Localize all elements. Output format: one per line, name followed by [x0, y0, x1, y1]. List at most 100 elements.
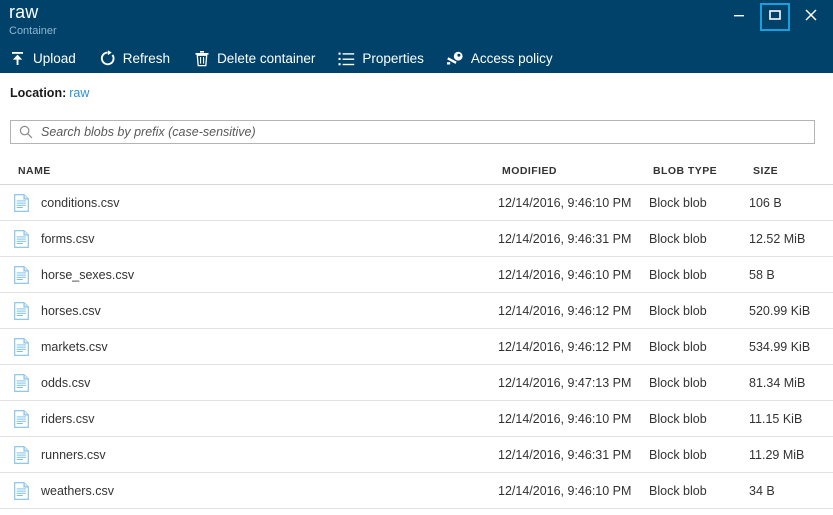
table-row[interactable]: odds.csv 12/14/2016, 9:47:13 PM Block bl… — [0, 365, 833, 401]
cell-size: 81.34 MiB — [749, 375, 806, 390]
upload-icon — [8, 49, 27, 68]
minimize-button[interactable] — [724, 2, 754, 32]
properties-button[interactable]: Properties — [337, 46, 424, 72]
cell-modified: 12/14/2016, 9:46:10 PM — [498, 411, 632, 426]
table-row[interactable]: markets.csv 12/14/2016, 9:46:12 PM Block… — [0, 329, 833, 365]
cell-size: 106 B — [749, 195, 782, 210]
delete-container-button[interactable]: Delete container — [192, 46, 315, 72]
file-csv-icon — [14, 265, 29, 284]
file-name-link[interactable]: odds.csv — [41, 375, 90, 391]
cell-name: runners.csv — [14, 445, 498, 464]
location-link[interactable]: raw — [69, 86, 89, 100]
upload-button[interactable]: Upload — [8, 46, 76, 72]
cell-blob-type: Block blob — [649, 411, 707, 426]
file-name-link[interactable]: horse_sexes.csv — [41, 267, 134, 283]
cell-modified: 12/14/2016, 9:46:10 PM — [498, 267, 632, 282]
refresh-button[interactable]: Refresh — [98, 46, 170, 72]
file-name-link[interactable]: weathers.csv — [41, 483, 114, 499]
cell-name: odds.csv — [14, 373, 498, 392]
cell-modified: 12/14/2016, 9:46:12 PM — [498, 303, 632, 318]
cell-size: 11.29 MiB — [749, 447, 805, 462]
table-row[interactable]: conditions.csv 12/14/2016, 9:46:10 PM Bl… — [0, 185, 833, 221]
table-body: conditions.csv 12/14/2016, 9:46:10 PM Bl… — [0, 185, 833, 509]
cell-blob-type: Block blob — [649, 375, 707, 390]
cell-blob-type: Block blob — [649, 195, 707, 210]
table-row[interactable]: riders.csv 12/14/2016, 9:46:10 PM Block … — [0, 401, 833, 437]
file-csv-icon — [14, 301, 29, 320]
file-name-link[interactable]: horses.csv — [41, 303, 101, 319]
cell-name: horse_sexes.csv — [14, 265, 498, 284]
cell-modified: 12/14/2016, 9:46:31 PM — [498, 231, 632, 246]
minimize-icon — [733, 8, 745, 26]
close-button[interactable] — [796, 2, 826, 32]
delete-container-label: Delete container — [217, 50, 316, 66]
table-header-row: NAME MODIFIED BLOB TYPE SIZE — [0, 155, 833, 185]
cell-name: weathers.csv — [14, 481, 498, 500]
cell-size: 11.15 KiB — [749, 411, 803, 426]
column-header-blob-type[interactable]: BLOB TYPE — [653, 165, 753, 184]
file-csv-icon — [14, 337, 29, 356]
column-header-size[interactable]: SIZE — [753, 165, 825, 184]
location-label: Location: — [10, 86, 67, 100]
column-header-name[interactable]: NAME — [18, 165, 502, 184]
file-name-link[interactable]: runners.csv — [41, 447, 106, 463]
file-csv-icon — [14, 445, 29, 464]
cell-name: riders.csv — [14, 409, 498, 428]
table-row[interactable]: weathers.csv 12/14/2016, 9:46:10 PM Bloc… — [0, 473, 833, 509]
cell-size: 58 B — [749, 267, 775, 282]
cell-size: 520.99 KiB — [749, 303, 811, 318]
restore-icon — [768, 8, 782, 26]
column-header-modified[interactable]: MODIFIED — [502, 165, 653, 184]
file-name-link[interactable]: forms.csv — [41, 231, 94, 247]
table-row[interactable]: runners.csv 12/14/2016, 9:46:31 PM Block… — [0, 437, 833, 473]
cell-modified: 12/14/2016, 9:46:31 PM — [498, 447, 632, 462]
cell-blob-type: Block blob — [649, 267, 707, 282]
cell-name: forms.csv — [14, 229, 498, 248]
cell-modified: 12/14/2016, 9:47:13 PM — [498, 375, 632, 390]
refresh-icon — [98, 49, 117, 68]
file-name-link[interactable]: riders.csv — [41, 411, 94, 427]
cell-blob-type: Block blob — [649, 231, 707, 246]
cell-name: horses.csv — [14, 301, 498, 320]
restore-button[interactable] — [760, 3, 790, 31]
table-row[interactable]: horses.csv 12/14/2016, 9:46:12 PM Block … — [0, 293, 833, 329]
cell-size: 34 B — [749, 483, 775, 498]
list-icon — [337, 49, 356, 68]
file-csv-icon — [14, 481, 29, 500]
search-icon — [19, 125, 33, 139]
search-box[interactable] — [10, 120, 815, 144]
cell-name: conditions.csv — [14, 193, 498, 212]
file-csv-icon — [14, 193, 29, 212]
cell-name: markets.csv — [14, 337, 498, 356]
cell-size: 534.99 KiB — [749, 339, 811, 354]
file-csv-icon — [14, 409, 29, 428]
file-name-link[interactable]: markets.csv — [41, 339, 108, 355]
table-row[interactable]: horse_sexes.csv 12/14/2016, 9:46:10 PM B… — [0, 257, 833, 293]
key-icon — [446, 49, 465, 68]
properties-label: Properties — [362, 50, 424, 66]
cell-blob-type: Block blob — [649, 303, 707, 318]
table-row[interactable]: forms.csv 12/14/2016, 9:46:31 PM Block b… — [0, 221, 833, 257]
breadcrumb: Location: raw — [10, 85, 89, 101]
page-title: raw — [9, 2, 39, 22]
trash-icon — [192, 49, 211, 68]
window-header: raw Container Upload Refresh Delete cont… — [0, 0, 833, 73]
file-csv-icon — [14, 373, 29, 392]
cell-blob-type: Block blob — [649, 483, 707, 498]
blob-table: NAME MODIFIED BLOB TYPE SIZE conditions.… — [0, 155, 833, 509]
content-area: Location:raw NAME MODIFIED BLOB TYPE SIZ… — [0, 73, 833, 515]
close-icon — [804, 8, 818, 27]
window-controls — [724, 0, 833, 34]
file-csv-icon — [14, 229, 29, 248]
cell-blob-type: Block blob — [649, 339, 707, 354]
title-block: raw Container — [9, 2, 57, 38]
cell-modified: 12/14/2016, 9:46:10 PM — [498, 195, 632, 210]
search-input[interactable] — [39, 122, 808, 142]
cell-size: 12.52 MiB — [749, 231, 806, 246]
upload-label: Upload — [33, 50, 76, 66]
cell-blob-type: Block blob — [649, 447, 707, 462]
file-name-link[interactable]: conditions.csv — [41, 195, 120, 211]
toolbar: Upload Refresh Delete container Properti… — [0, 44, 575, 73]
access-policy-button[interactable]: Access policy — [446, 46, 553, 72]
cell-modified: 12/14/2016, 9:46:12 PM — [498, 339, 632, 354]
